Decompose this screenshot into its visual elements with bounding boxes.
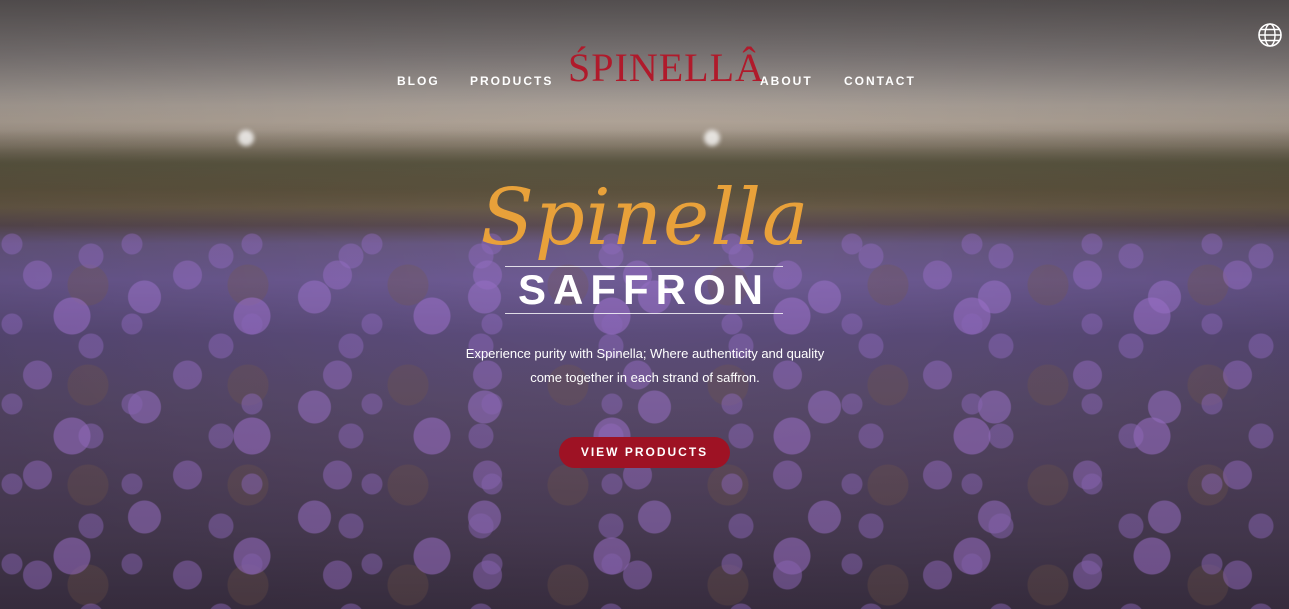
globe-icon[interactable] <box>1257 22 1283 48</box>
nav-link-about[interactable]: ABOUT <box>760 74 813 88</box>
bokeh-light <box>704 130 720 146</box>
hero-script-title: Spinella <box>480 173 810 263</box>
hero-title-frame: SAFFRON <box>505 266 783 314</box>
bokeh-light <box>238 130 254 146</box>
nav-link-blog[interactable]: BLOG <box>397 74 440 88</box>
hero-tagline-line: come together in each strand of saffron. <box>530 370 760 385</box>
hero-section: BLOG PRODUCTS ŚPINELLÂ ABOUT CONTACT Spi… <box>0 0 1289 609</box>
nav-link-contact[interactable]: CONTACT <box>844 74 916 88</box>
hero-title: SAFFRON <box>518 266 770 313</box>
main-navigation: BLOG PRODUCTS ŚPINELLÂ ABOUT CONTACT <box>0 0 1289 120</box>
view-products-button[interactable]: VIEW PRODUCTS <box>559 437 730 468</box>
nav-link-products[interactable]: PRODUCTS <box>470 74 553 88</box>
hero-tagline-line: Experience purity with Spinella; Where a… <box>465 346 825 361</box>
hero-tagline: Experience purity with Spinella; Where a… <box>420 342 870 390</box>
brand-logo[interactable]: ŚPINELLÂ <box>568 44 764 92</box>
